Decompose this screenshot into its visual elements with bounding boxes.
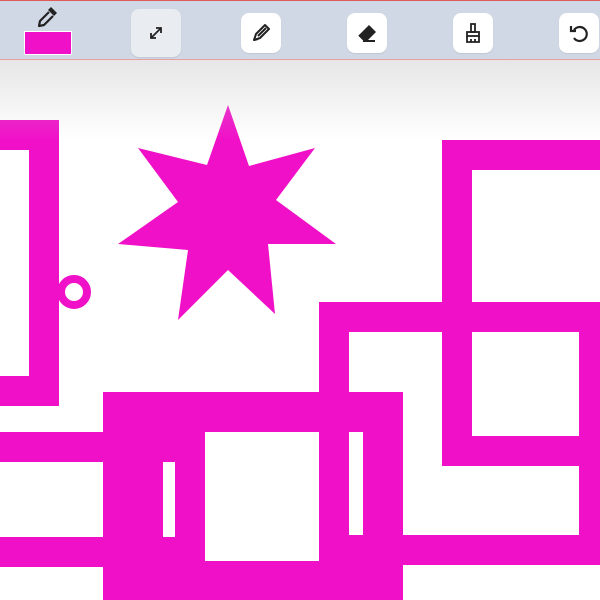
resize-arrows-icon: [147, 24, 165, 42]
paint-app: [0, 0, 600, 600]
current-color-swatch: [24, 31, 72, 55]
undo-button[interactable]: [554, 9, 600, 57]
color-picker-button[interactable]: [20, 5, 76, 59]
move-tool-button[interactable]: [131, 9, 181, 57]
drawn-rectangle-left: [0, 120, 59, 406]
eraser-tool-button[interactable]: [342, 9, 392, 57]
pen-tool-button[interactable]: [236, 9, 286, 57]
eraser-icon: [355, 21, 379, 45]
drawn-circle: [57, 275, 91, 309]
drawn-star: [118, 105, 336, 320]
toolbar: [0, 0, 600, 60]
clear-tool-button[interactable]: [448, 9, 498, 57]
broom-icon: [461, 21, 485, 45]
drawing-canvas[interactable]: [0, 0, 600, 600]
undo-icon: [567, 21, 591, 45]
pen-icon: [249, 21, 273, 45]
